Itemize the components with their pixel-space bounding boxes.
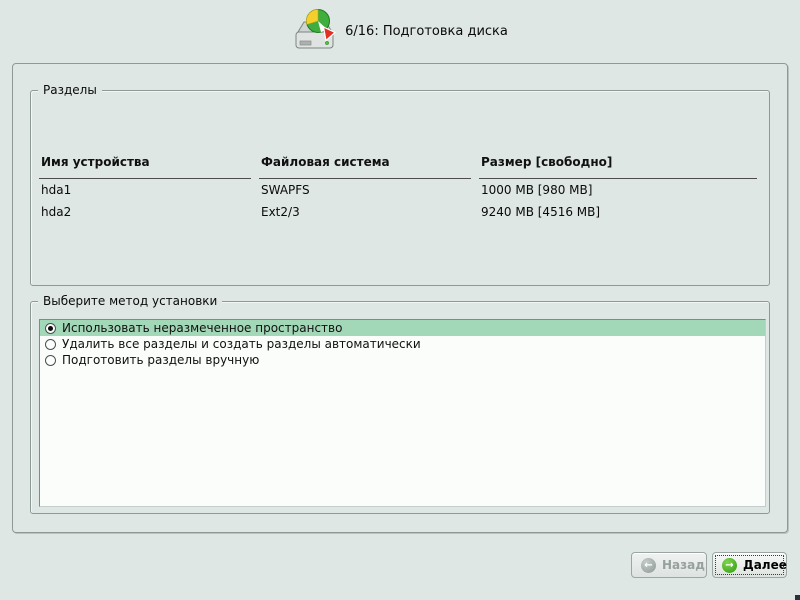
table-row-cell-device[interactable]: hda2 [39, 201, 259, 223]
next-arrow-icon: → [722, 557, 737, 573]
option-delete-all-and-auto-create[interactable]: Удалить все разделы и создать разделы ав… [40, 336, 765, 352]
back-arrow-icon: ← [641, 557, 656, 573]
option-label: Подготовить разделы вручную [62, 353, 260, 367]
radio-icon[interactable] [45, 322, 56, 334]
option-label: Использовать неразмеченное пространство [62, 321, 343, 335]
disk-pie-chart-icon [292, 8, 337, 54]
table-row-cell-size[interactable]: 9240 MB [4516 MB] [479, 201, 765, 223]
next-button-label: Далее [743, 558, 787, 572]
install-method-groupbox: Выберите метод установки Использовать не… [30, 294, 770, 514]
install-method-list: Использовать неразмеченное пространство … [39, 319, 766, 507]
window-resize-grip [795, 595, 800, 600]
option-prepare-manually[interactable]: Подготовить разделы вручную [40, 352, 765, 368]
back-button-label: Назад [662, 558, 705, 572]
install-method-groupbox-title: Выберите метод установки [38, 294, 223, 308]
page-title: 6/16: Подготовка диска [345, 23, 508, 39]
next-button[interactable]: → Далее [712, 552, 787, 578]
table-row-cell-size[interactable]: 1000 MB [980 MB] [479, 179, 765, 201]
column-header-filesystem: Файловая система [259, 153, 471, 179]
radio-icon[interactable] [45, 338, 56, 350]
column-header-size: Размер [свободно] [479, 153, 757, 179]
table-row-cell-device[interactable]: hda1 [39, 179, 259, 201]
radio-icon[interactable] [45, 354, 56, 366]
option-label: Удалить все разделы и создать разделы ав… [62, 337, 421, 351]
partitions-groupbox: Разделы Имя устройства Файловая система … [30, 83, 770, 286]
content-panel: Разделы Имя устройства Файловая система … [12, 63, 788, 533]
back-button[interactable]: ← Назад [631, 552, 707, 578]
partition-table: Имя устройства Файловая система Размер [… [39, 153, 765, 223]
column-header-device: Имя устройства [39, 153, 251, 179]
wizard-header: 6/16: Подготовка диска [0, 6, 800, 56]
option-use-unpartitioned-space[interactable]: Использовать неразмеченное пространство [40, 320, 765, 336]
table-row-cell-filesystem[interactable]: Ext2/3 [259, 201, 479, 223]
partitions-groupbox-title: Разделы [38, 83, 102, 97]
table-row-cell-filesystem[interactable]: SWAPFS [259, 179, 479, 201]
